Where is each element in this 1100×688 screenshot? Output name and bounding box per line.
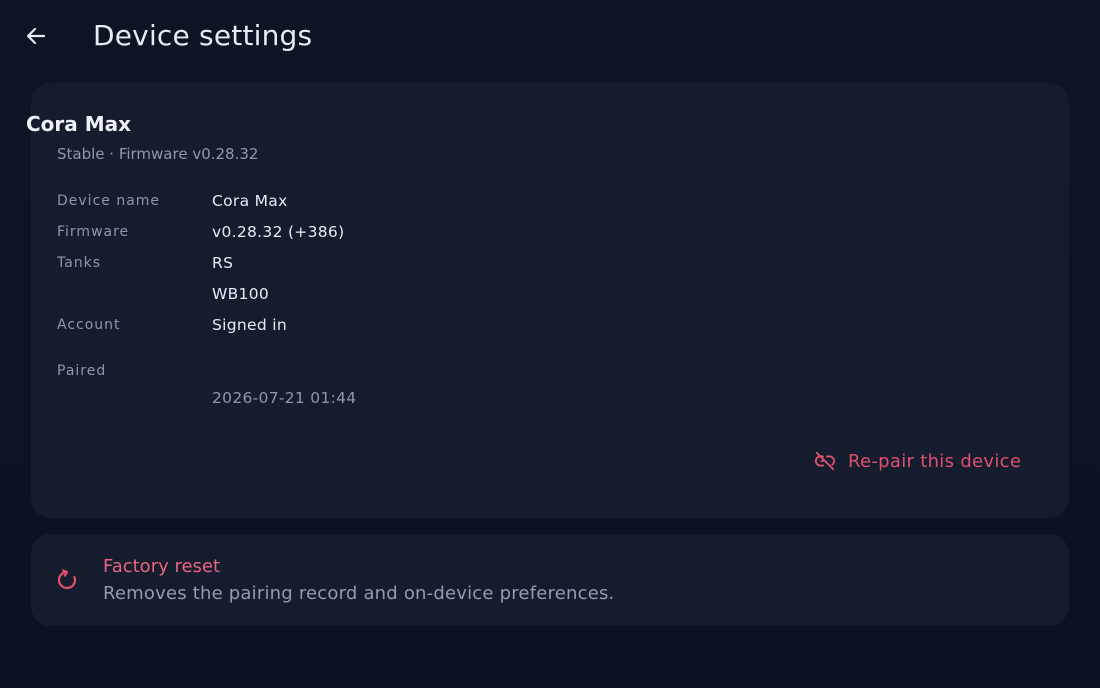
factory-reset-card[interactable]: Factory reset Removes the pairing record…: [31, 534, 1069, 626]
tank-value-2: WB100: [212, 285, 270, 303]
device-name-value: Cora Max: [212, 192, 288, 210]
tanks-label: Tanks: [57, 255, 102, 271]
firmware-value: v0.28.32 (+386): [212, 223, 345, 241]
arrow-left-icon: [26, 27, 46, 45]
page-title: Device settings: [93, 19, 313, 52]
factory-reset-description: Removes the pairing record and on-device…: [103, 583, 615, 604]
device-settings-page: Device settings Cora Max Stable · Firmwa…: [0, 0, 1100, 688]
account-value: Signed in: [212, 316, 287, 334]
tank-value-1: RS: [212, 254, 234, 272]
device-subtitle: Stable · Firmware v0.28.32: [57, 145, 259, 163]
paired-label: Paired: [57, 363, 107, 379]
account-label: Account: [57, 317, 121, 333]
firmware-label: Firmware: [57, 224, 130, 240]
link-off-icon: [814, 450, 836, 472]
device-title: Cora Max: [26, 112, 132, 136]
device-name-label: Device name: [57, 193, 161, 209]
repair-device-button[interactable]: Re-pair this device: [814, 446, 1021, 476]
paired-value: 2026-07-21 01:44: [212, 389, 357, 407]
factory-reset-title: Factory reset: [103, 556, 221, 577]
app-header: Device settings: [0, 0, 1100, 72]
refresh-icon: [57, 569, 77, 590]
back-button[interactable]: [18, 18, 54, 54]
repair-device-label: Re-pair this device: [848, 450, 1022, 472]
